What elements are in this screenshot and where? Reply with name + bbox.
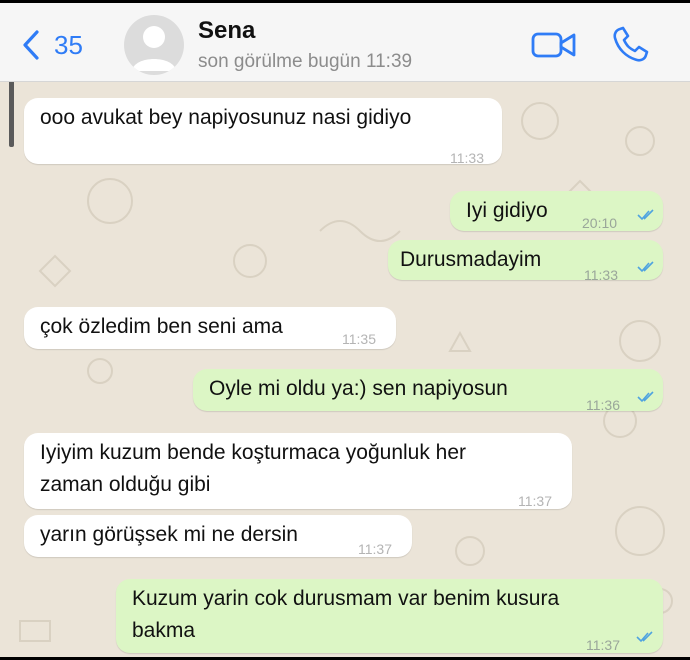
outgoing-message[interactable]: Iyi gidiyo 20:10	[450, 191, 663, 231]
chat-screen: 35 Sena son görülme bugün 11:39 ooo avuk…	[0, 3, 690, 657]
incoming-message[interactable]: Iyiyim kuzum bende koşturmaca yoğunluk h…	[24, 433, 572, 509]
unread-count: 35	[54, 29, 83, 60]
message-time: 11:35	[342, 331, 376, 347]
message-text-line: zaman olduğu gibi	[40, 473, 211, 496]
message-text-line: bakma	[132, 619, 196, 642]
video-call-icon[interactable]	[530, 29, 578, 61]
avatar[interactable]	[124, 15, 184, 75]
read-receipt-icon	[637, 209, 654, 221]
incoming-message[interactable]: yarın görüşsek mi ne dersin 11:37	[24, 515, 412, 557]
outgoing-message[interactable]: Oyle mi oldu ya:) sen napiyosun 11:36	[193, 369, 663, 413]
message-time: 11:37	[358, 541, 392, 557]
back-button[interactable]: 35	[20, 27, 83, 63]
message-time: 11:33	[584, 267, 618, 283]
read-receipt-icon	[637, 391, 654, 403]
message-text: yarın görüşsek mi ne dersin	[40, 523, 298, 546]
message-time: 11:33	[450, 150, 484, 166]
incoming-message[interactable]: ooo avukat bey napiyosunuz nasi gidiyo 1…	[24, 98, 502, 166]
message-text: çok özledim ben seni ama	[40, 315, 283, 338]
message-time: 11:36	[586, 397, 620, 413]
message-text: ooo avukat bey napiyosunuz nasi gidiyo	[40, 106, 412, 129]
voice-call-icon[interactable]	[610, 25, 650, 65]
message-text: Durusmadayim	[400, 248, 542, 271]
message-list[interactable]: ooo avukat bey napiyosunuz nasi gidiyo 1…	[0, 81, 690, 657]
message-time: 11:37	[586, 637, 620, 653]
chat-header: 35 Sena son görülme bugün 11:39	[0, 3, 690, 82]
avatar-placeholder-icon	[132, 26, 176, 71]
outgoing-message[interactable]: Kuzum yarin cok durusmam var benim kusur…	[116, 579, 663, 653]
incoming-message[interactable]: çok özledim ben seni ama 11:35	[24, 307, 396, 349]
read-receipt-icon	[637, 261, 654, 273]
message-text: Iyi gidiyo	[466, 199, 548, 222]
read-receipt-icon	[636, 631, 653, 643]
message-time: 11:37	[518, 493, 552, 509]
chevron-left-icon	[23, 30, 39, 60]
message-text: Oyle mi oldu ya:) sen napiyosun	[209, 377, 508, 400]
contact-name[interactable]: Sena	[198, 17, 255, 45]
message-text-line: Iyiyim kuzum bende koşturmaca yoğunluk h…	[40, 441, 467, 464]
outgoing-message[interactable]: Durusmadayim 11:33	[388, 240, 663, 283]
message-time: 20:10	[582, 215, 618, 231]
message-text-line: Kuzum yarin cok durusmam var benim kusur…	[132, 587, 560, 610]
last-seen-status: son görülme bugün 11:39	[198, 51, 413, 72]
